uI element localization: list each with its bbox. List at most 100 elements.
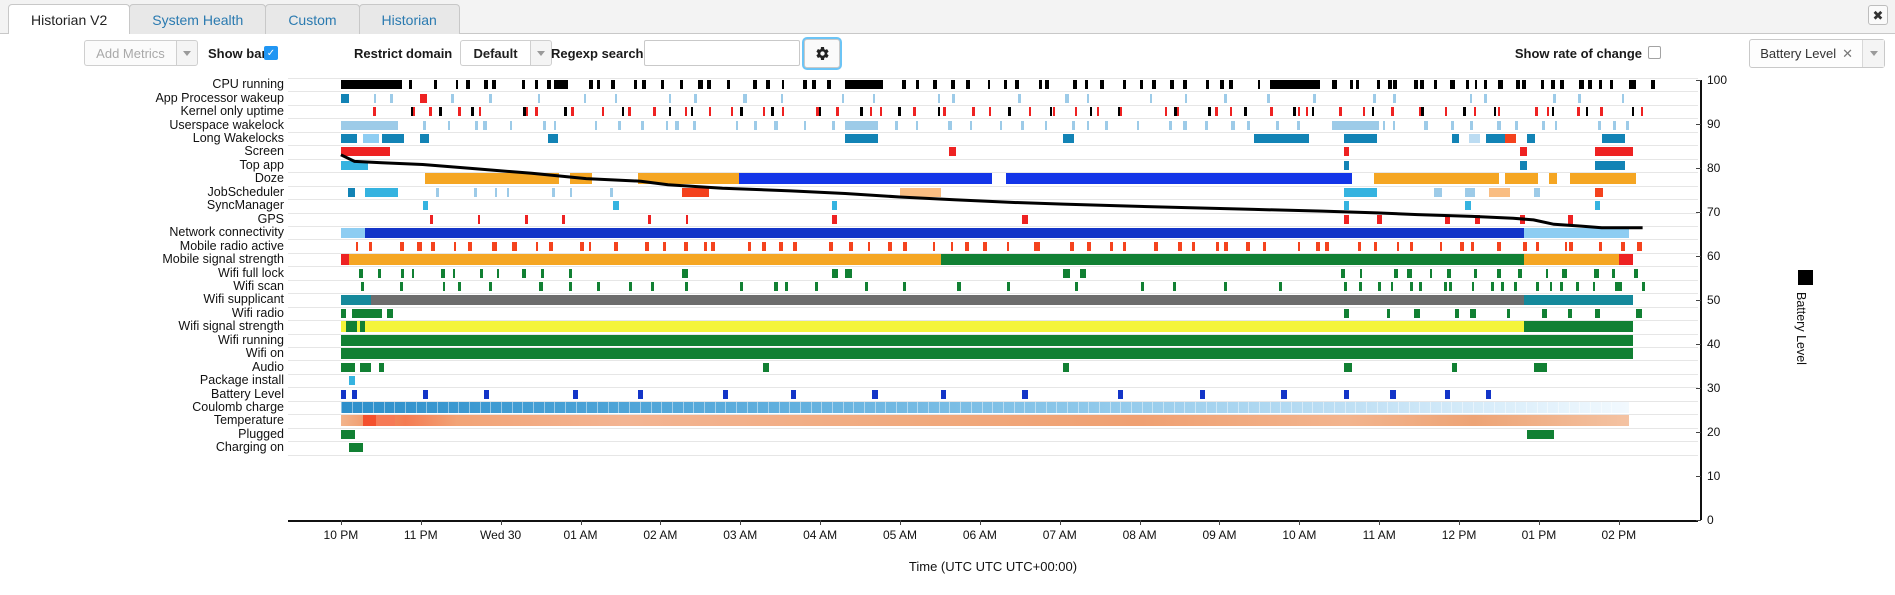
timeline-tick — [1096, 107, 1099, 117]
timeline-tick — [1206, 80, 1210, 90]
timeline-tick — [1034, 402, 1036, 414]
remove-metric-icon[interactable]: ✕ — [1842, 46, 1862, 62]
show-bars-checkbox[interactable]: ✓ — [264, 46, 278, 60]
timeline-tick — [691, 107, 694, 117]
tab-system-health[interactable]: System Health — [129, 4, 267, 34]
timeline-tick — [1224, 241, 1228, 251]
add-metrics-button[interactable]: Add Metrics — [84, 40, 176, 66]
settings-button[interactable] — [804, 39, 840, 68]
timeline-tick — [641, 120, 645, 130]
timeline-tick — [1493, 402, 1495, 414]
row-gridline — [288, 212, 1698, 214]
timeline-tick — [479, 268, 484, 278]
row-gridline — [288, 199, 1698, 201]
restrict-domain-select[interactable]: Default — [460, 40, 530, 66]
row-label-wifi-supplicant: Wifi supplicant — [203, 292, 284, 307]
timeline-tick — [1104, 120, 1108, 130]
timeline-tick — [1598, 120, 1601, 130]
timeline-tick — [792, 241, 797, 251]
row-gridline — [288, 104, 1698, 106]
timeline-tick — [1397, 402, 1399, 414]
timeline-segment — [387, 308, 393, 318]
timeline-tick — [601, 107, 605, 117]
timeline-tick — [828, 241, 833, 251]
timeline-segment — [340, 334, 1633, 346]
timeline-tick — [1177, 241, 1182, 251]
timeline-tick — [1504, 402, 1506, 414]
timeline-tick — [1407, 268, 1412, 278]
add-metrics-dropdown-toggle[interactable] — [176, 40, 198, 66]
timeline-tick — [1008, 107, 1011, 117]
timeline-tick — [1429, 402, 1431, 414]
timeline-tick — [594, 120, 597, 130]
restrict-domain-dropdown-toggle[interactable] — [530, 40, 552, 66]
timeline-tick — [1568, 402, 1570, 414]
timeline-tick — [1497, 241, 1502, 251]
timeline-segment — [1523, 321, 1633, 333]
timeline-tick — [1390, 281, 1394, 291]
timeline-tick — [1434, 80, 1438, 90]
tab-historian[interactable]: Historian — [358, 4, 460, 34]
timeline-segment — [1619, 254, 1633, 266]
timeline-segment — [1474, 214, 1481, 224]
timeline-tick — [537, 93, 541, 103]
timeline-segment — [419, 93, 427, 103]
regexp-search-input[interactable] — [644, 40, 800, 66]
timeline-segment — [738, 173, 993, 185]
timeline-tick — [1077, 402, 1079, 414]
timeline-tick — [539, 281, 543, 291]
timeline-segment — [362, 134, 380, 144]
x-axis-tick-label: 11 AM — [1362, 528, 1396, 542]
timeline-tick — [1056, 402, 1058, 414]
timeline-segment — [638, 389, 644, 399]
timeline-segment — [340, 227, 366, 238]
timeline-tick — [879, 107, 883, 117]
chevron-down-icon — [183, 50, 191, 56]
timeline-tick — [965, 80, 971, 90]
timeline-tick — [589, 241, 592, 251]
x-axis-tick-label: 12 PM — [1441, 528, 1477, 542]
timeline-tick — [1049, 107, 1053, 117]
timeline-tick — [495, 187, 498, 197]
row-label-mobile-signal-strength: Mobile signal strength — [162, 252, 284, 267]
timeline-tick — [1311, 107, 1315, 117]
timeline-tick — [535, 241, 539, 251]
tab-historian-v2[interactable]: Historian V2 — [8, 4, 131, 34]
timeline-tick — [521, 268, 526, 278]
timeline-tick — [569, 187, 573, 197]
timeline-tick — [725, 402, 727, 414]
row-gridline — [288, 454, 1698, 456]
y-axis-tick — [1696, 124, 1701, 125]
tab-custom[interactable]: Custom — [265, 4, 360, 34]
timeline-tick — [535, 80, 539, 90]
timeline-tick — [433, 80, 438, 90]
timeline-tick — [1594, 308, 1600, 318]
timeline-tick — [1223, 93, 1228, 103]
timeline-tick — [842, 402, 844, 414]
timeline-tick — [583, 93, 587, 103]
close-icon[interactable]: ✖ — [1868, 5, 1888, 25]
timeline-tick — [1087, 93, 1090, 103]
timeline-tick — [949, 402, 951, 414]
timeline-tick — [780, 93, 784, 103]
x-axis-tick — [1059, 520, 1061, 525]
timeline-tick — [439, 107, 442, 117]
timeline-segment — [553, 80, 568, 90]
metric-dropdown-toggle[interactable] — [1862, 40, 1884, 67]
timeline-tick — [704, 241, 708, 251]
timeline-tick — [571, 107, 574, 117]
timeline-tick — [389, 93, 393, 103]
timeline-plot[interactable]: 10 PM 11 PM Wed 30 01 AM 02 AM 03 AM 04 AM 05 A… — [288, 73, 1727, 542]
x-axis-tick — [1299, 520, 1301, 525]
show-rate-of-change-checkbox[interactable] — [1648, 46, 1661, 59]
timeline-segment — [340, 308, 347, 318]
timeline-segment — [1526, 429, 1554, 439]
timeline-tick — [1276, 120, 1280, 130]
timeline-tick — [458, 402, 460, 414]
timeline-tick — [970, 120, 973, 130]
timeline-tick — [1355, 402, 1357, 414]
timeline-tick — [746, 402, 748, 414]
y-axis-tick-label: 20 — [1707, 425, 1721, 439]
timeline-tick — [933, 80, 938, 90]
timeline-tick — [1117, 107, 1121, 117]
